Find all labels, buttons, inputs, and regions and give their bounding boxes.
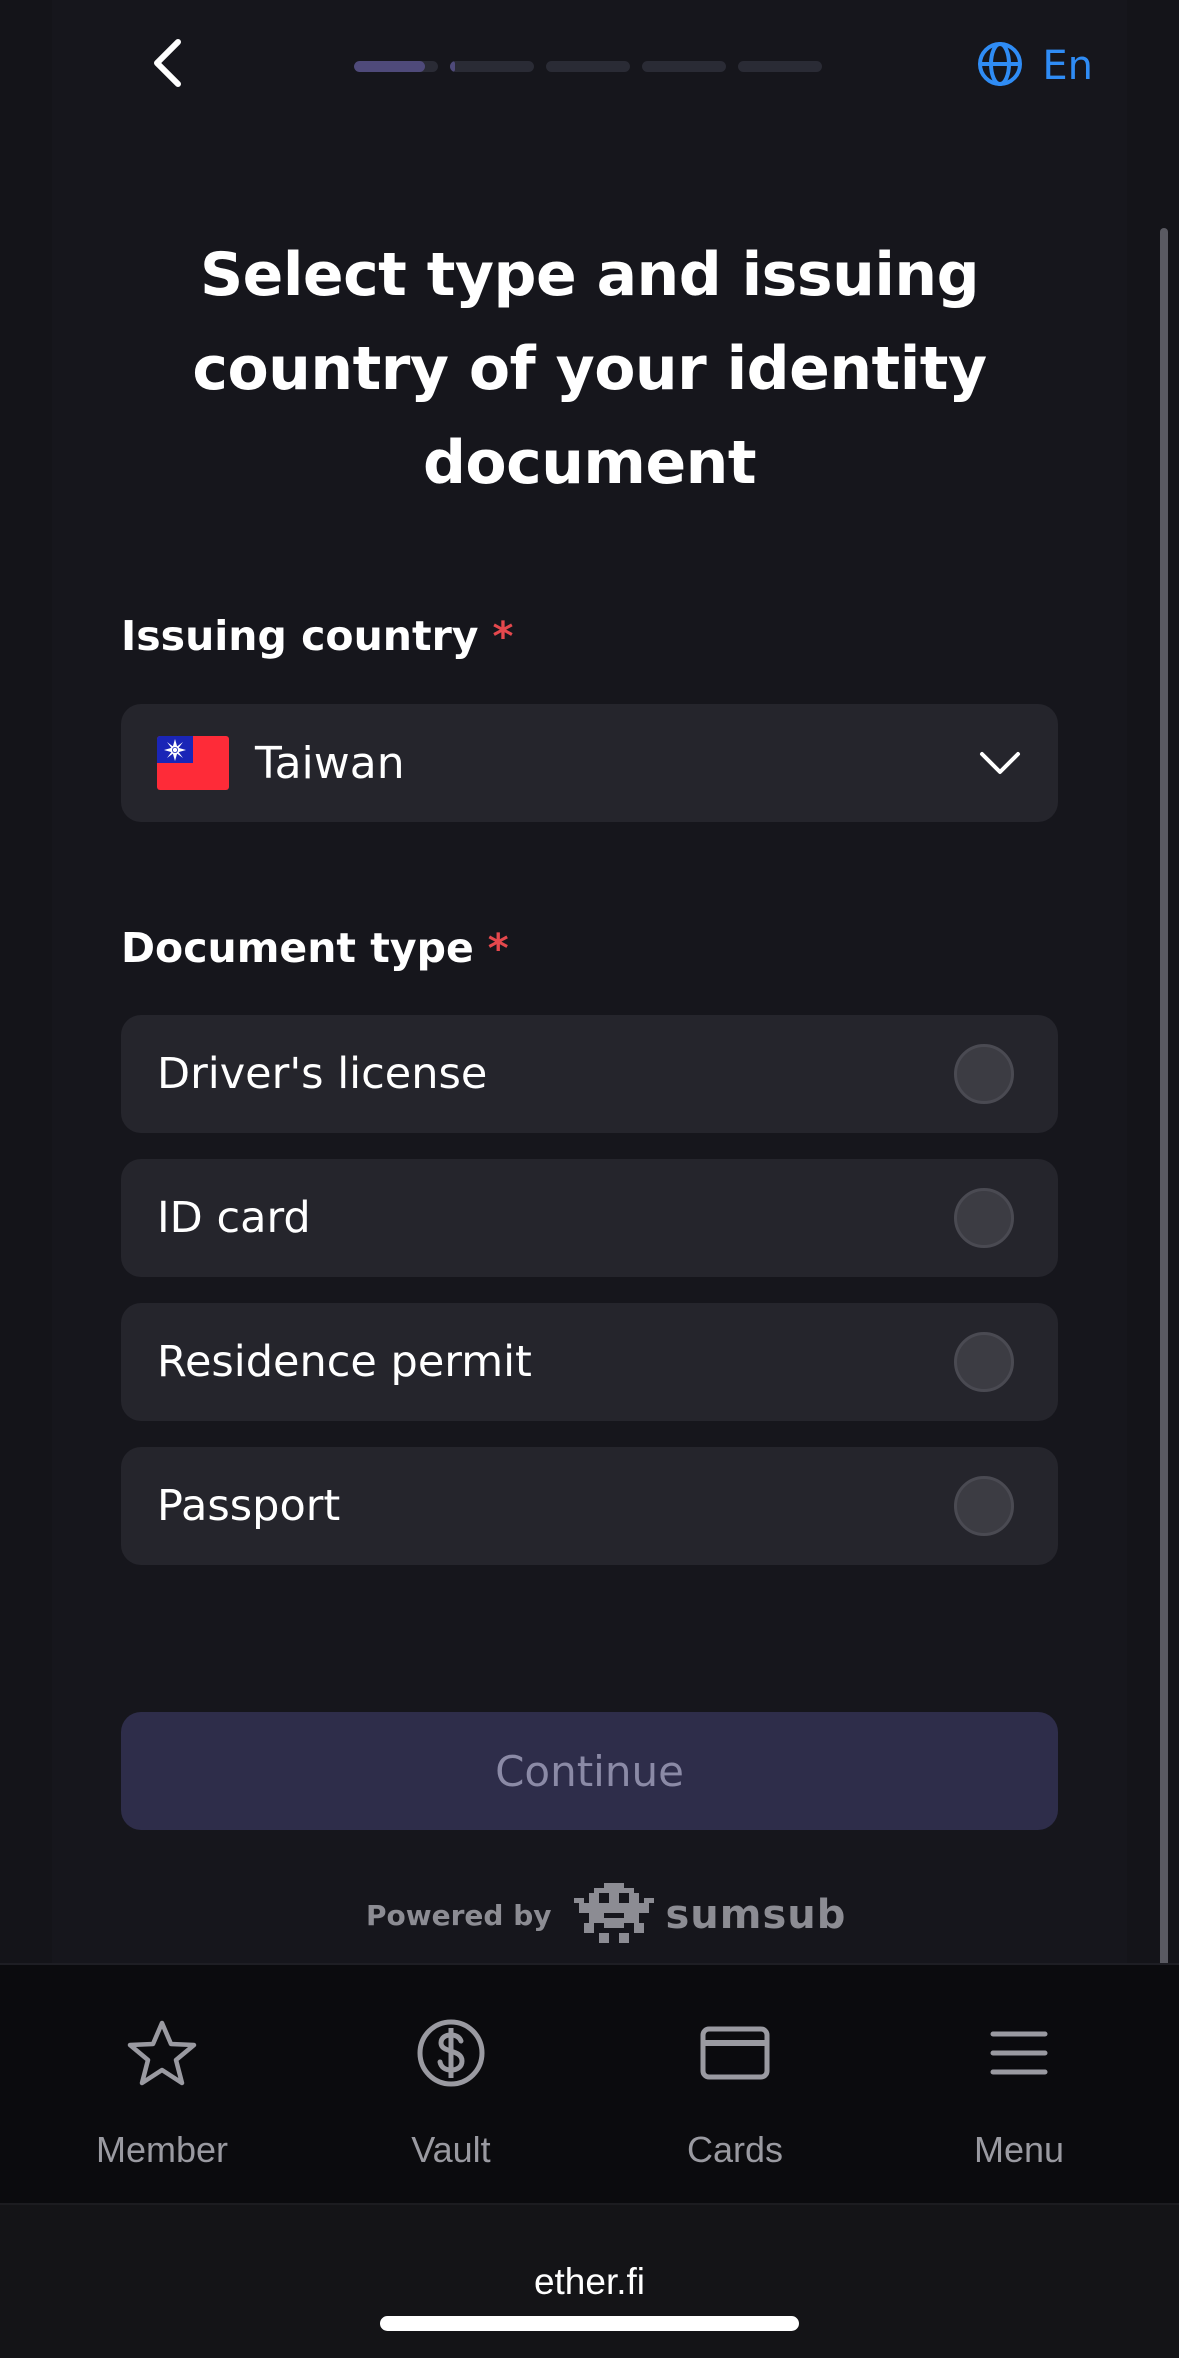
language-label: En xyxy=(1042,43,1093,89)
app-root: En Select type and issuing country of yo… xyxy=(0,0,1179,2358)
chevron-down-icon xyxy=(978,741,1022,785)
taiwan-flag-icon xyxy=(157,736,229,790)
progress-segment xyxy=(738,61,822,72)
nav-label: Member xyxy=(95,2129,229,2170)
sumsub-logo[interactable]: sumsub xyxy=(573,1883,847,1947)
progress-segment xyxy=(354,61,438,72)
continue-button[interactable]: Continue xyxy=(121,1712,1058,1830)
document-type-label-text: Document type xyxy=(121,924,474,972)
domain-label: ether.fi xyxy=(533,2261,646,2302)
country-select[interactable]: Taiwan xyxy=(121,704,1058,822)
progress-segment xyxy=(642,61,726,72)
progress-segment xyxy=(450,61,534,72)
radio-button[interactable] xyxy=(954,1188,1014,1248)
nav-item-menu[interactable]: Menu xyxy=(919,2015,1119,2171)
sumsub-brand-text: sumsub xyxy=(665,1892,847,1938)
step-progress xyxy=(354,61,822,73)
document-type-label: Document type * xyxy=(121,924,509,972)
doc-option-label: Passport xyxy=(157,1481,341,1531)
radio-button[interactable] xyxy=(954,1332,1014,1392)
required-asterisk: * xyxy=(487,926,509,972)
dollar-circle-icon xyxy=(413,2015,489,2091)
issuing-country-label-text: Issuing country xyxy=(121,612,479,660)
bottom-nav: Member Vault Cards Menu xyxy=(0,1963,1179,2203)
browser-address-bar[interactable]: ether.fi xyxy=(0,2203,1179,2358)
doc-option-passport[interactable]: Passport xyxy=(121,1447,1058,1565)
doc-option-drivers-license[interactable]: Driver's license xyxy=(121,1015,1058,1133)
globe-icon xyxy=(976,40,1024,92)
nav-label: Vault xyxy=(411,2129,491,2170)
doc-option-label: Driver's license xyxy=(157,1049,488,1099)
language-selector[interactable]: En xyxy=(976,38,1093,94)
nav-item-cards[interactable]: Cards xyxy=(635,2015,835,2171)
scrollbar[interactable] xyxy=(1160,228,1168,2096)
star-icon xyxy=(124,2015,200,2091)
back-button[interactable] xyxy=(138,36,196,94)
radio-button[interactable] xyxy=(954,1476,1014,1536)
sumsub-mark-icon xyxy=(573,1883,654,1947)
nav-item-vault[interactable]: Vault xyxy=(351,2015,551,2171)
required-asterisk: * xyxy=(492,614,514,660)
selected-country: Taiwan xyxy=(255,737,405,789)
doc-option-label: Residence permit xyxy=(157,1337,532,1387)
progress-segment xyxy=(546,61,630,72)
page-title: Select type and issuing country of your … xyxy=(192,240,987,498)
menu-icon xyxy=(981,2015,1057,2091)
card-icon xyxy=(697,2015,773,2091)
doc-option-residence-permit[interactable]: Residence permit xyxy=(121,1303,1058,1421)
powered-by: Powered by sumsub xyxy=(366,1880,846,1950)
issuing-country-label: Issuing country * xyxy=(121,612,513,660)
doc-option-id-card[interactable]: ID card xyxy=(121,1159,1058,1277)
radio-button[interactable] xyxy=(954,1044,1014,1104)
doc-option-label: ID card xyxy=(157,1193,311,1243)
home-indicator[interactable] xyxy=(380,2316,799,2331)
nav-item-member[interactable]: Member xyxy=(62,2015,262,2171)
nav-label: Cards xyxy=(686,2129,784,2170)
chevron-left-icon xyxy=(150,38,184,92)
nav-label: Menu xyxy=(973,2129,1065,2170)
powered-by-text: Powered by xyxy=(366,1898,552,1932)
